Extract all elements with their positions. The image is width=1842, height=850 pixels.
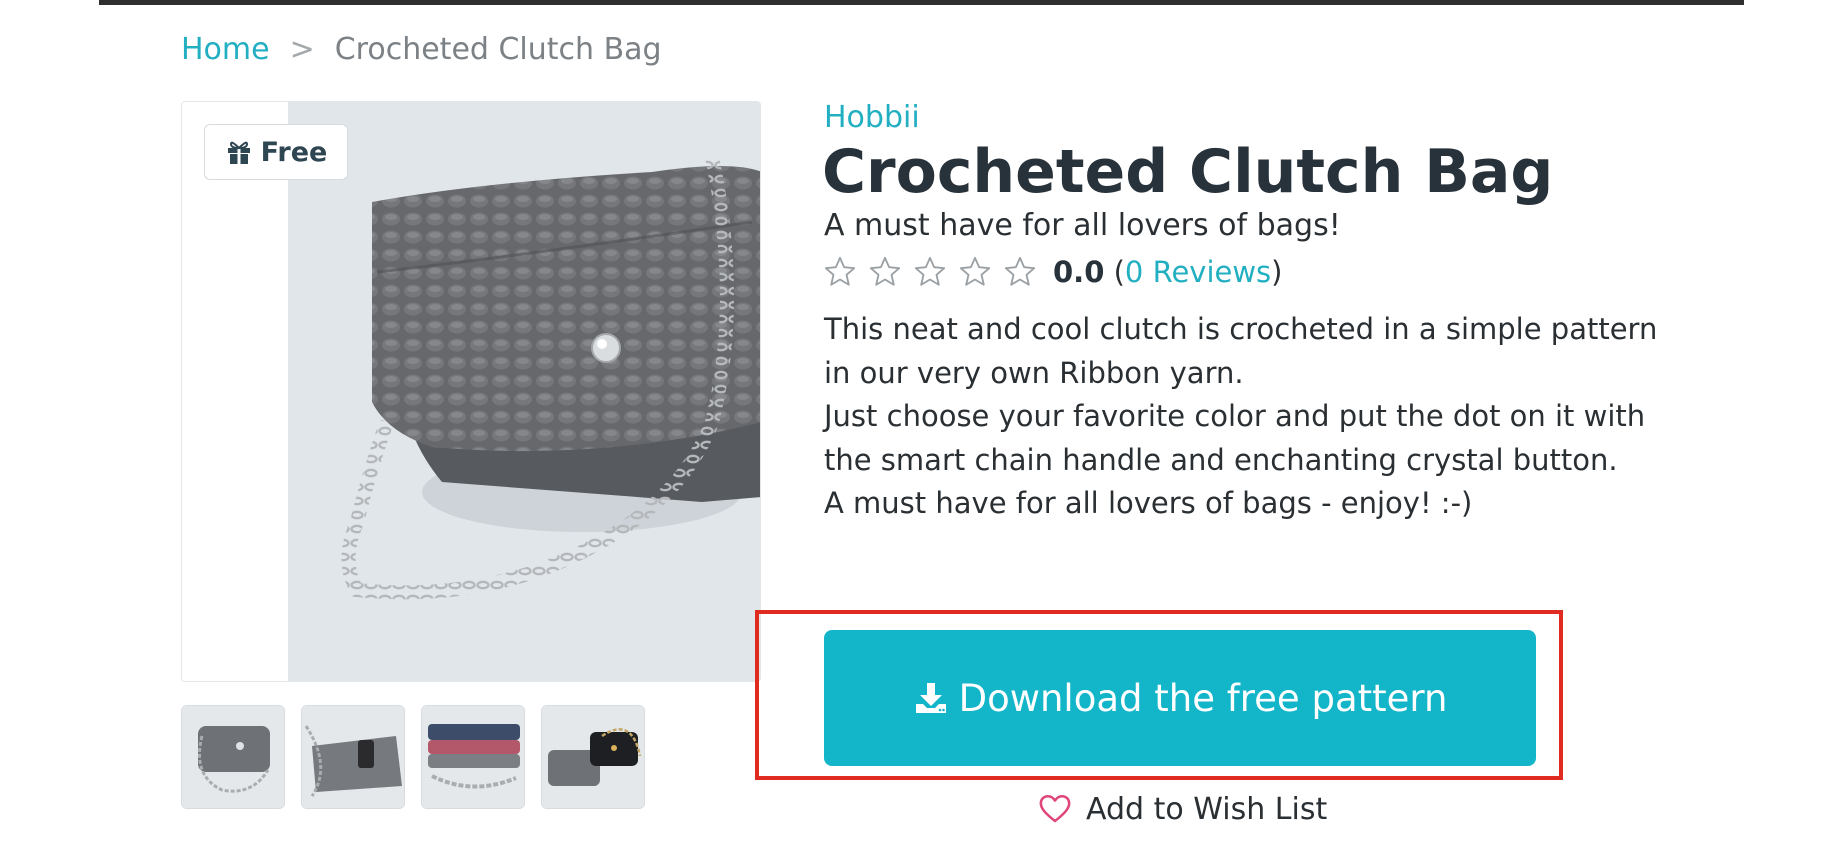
download-button-label: Download the free pattern bbox=[958, 676, 1448, 720]
description-line: Just choose your favorite color and put … bbox=[824, 399, 1646, 433]
free-badge: Free bbox=[204, 124, 348, 180]
free-badge-label: Free bbox=[260, 136, 328, 168]
download-icon bbox=[915, 683, 946, 713]
product-description: This neat and cool clutch is crocheted i… bbox=[824, 308, 1664, 526]
description-line: in our very own Ribbon yarn. bbox=[824, 355, 1244, 390]
star-icon bbox=[824, 256, 856, 286]
thumbnail-image bbox=[422, 706, 524, 808]
thumbnail-3[interactable] bbox=[421, 705, 525, 809]
product-main-image[interactable] bbox=[181, 101, 761, 682]
add-to-wishlist-link[interactable]: Add to Wish List bbox=[1038, 789, 1327, 829]
brand-link[interactable]: Hobbii bbox=[824, 100, 920, 135]
reviews-close-paren: ) bbox=[1271, 255, 1283, 289]
heart-icon bbox=[1039, 794, 1071, 823]
star-icon bbox=[959, 256, 991, 286]
product-subtitle: A must have for all lovers of bags! bbox=[824, 208, 1341, 243]
thumbnail-1[interactable] bbox=[181, 705, 285, 809]
description-line: A must have for all lovers of bags - enj… bbox=[824, 486, 1473, 520]
star-rating[interactable] bbox=[823, 255, 1037, 289]
breadcrumb-separator: > bbox=[289, 32, 315, 67]
rating-value: 0.0 bbox=[1053, 255, 1105, 289]
thumbnail-image bbox=[182, 706, 284, 808]
star-icon bbox=[914, 256, 946, 286]
star-icon bbox=[869, 256, 901, 286]
breadcrumb-home-link[interactable]: Home bbox=[181, 32, 270, 67]
product-title: Crocheted Clutch Bag bbox=[822, 137, 1554, 207]
reviews-open-paren: ( bbox=[1113, 255, 1125, 289]
thumbnail-image bbox=[542, 706, 644, 808]
thumbnail-4[interactable] bbox=[541, 705, 645, 809]
wishlist-label: Add to Wish List bbox=[1086, 791, 1328, 827]
breadcrumb: Home > Crocheted Clutch Bag bbox=[181, 30, 662, 70]
reviews-link[interactable]: 0 Reviews bbox=[1125, 255, 1271, 289]
download-pattern-button[interactable]: Download the free pattern bbox=[824, 630, 1536, 766]
star-icon bbox=[1004, 256, 1036, 286]
thumbnail-image bbox=[302, 706, 404, 808]
description-line: This neat and cool clutch is crocheted i… bbox=[824, 312, 1658, 346]
breadcrumb-current: Crocheted Clutch Bag bbox=[334, 32, 662, 67]
product-thumbnails bbox=[181, 705, 645, 809]
gift-icon bbox=[227, 141, 250, 164]
clutch-bag-photo bbox=[182, 102, 760, 681]
top-navigation-bar bbox=[99, 0, 1744, 5]
thumbnail-2[interactable] bbox=[301, 705, 405, 809]
product-rating: 0.0 (0 Reviews) bbox=[823, 250, 1283, 294]
description-line: the smart chain handle and enchanting cr… bbox=[824, 442, 1618, 477]
